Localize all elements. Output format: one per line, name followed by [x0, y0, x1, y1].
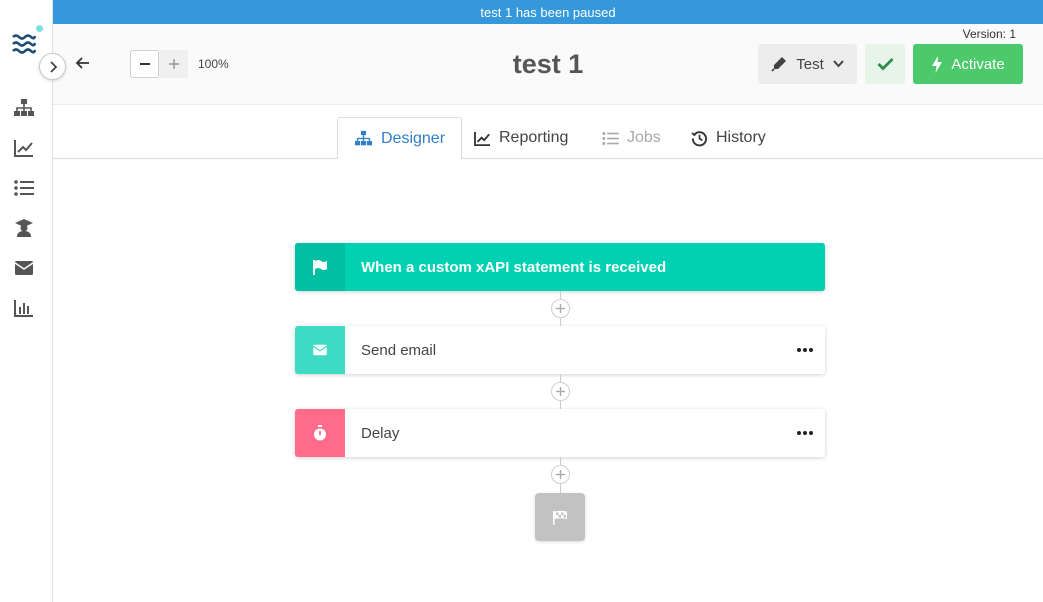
banner-text: test 1 has been paused [480, 4, 616, 20]
expand-sidebar-button[interactable] [39, 53, 66, 80]
chevron-right-icon [49, 60, 57, 73]
checkmark-icon [877, 58, 893, 71]
tab-jobs[interactable]: Jobs [602, 117, 661, 159]
version-label: Version: 1 [962, 27, 1016, 41]
send-email-icon-box [295, 326, 345, 374]
lightning-icon [932, 55, 943, 73]
activate-button-label: Activate [951, 55, 1005, 73]
more-horizontal-icon [797, 431, 813, 435]
mail-icon [312, 344, 328, 356]
tab-reporting[interactable]: Reporting [474, 117, 568, 159]
mail-icon[interactable] [13, 257, 35, 279]
list-icon[interactable] [13, 177, 35, 199]
send-email-label: Send email [361, 341, 437, 359]
zoom-out-button[interactable] [130, 50, 159, 78]
history-icon [691, 130, 708, 146]
zoom-level: 100% [198, 57, 229, 71]
designer-canvas: When a custom xAPI statement is received… [53, 159, 1043, 602]
tab-jobs-label: Jobs [627, 129, 661, 146]
back-arrow-icon[interactable] [75, 55, 91, 71]
sitemap-icon [355, 130, 372, 146]
line-chart-icon [474, 131, 490, 146]
learner-icon[interactable] [13, 217, 35, 239]
delay-menu-button[interactable] [785, 431, 825, 435]
plus-icon [556, 387, 565, 396]
zoom-in-button[interactable] [159, 50, 188, 78]
add-step-button[interactable] [551, 465, 570, 484]
send-email-menu-button[interactable] [785, 348, 825, 352]
plus-icon [556, 304, 565, 313]
stopwatch-icon [314, 425, 326, 441]
sidebar [0, 0, 53, 602]
trigger-label: When a custom xAPI statement is received [361, 258, 667, 276]
paused-banner: test 1 has been paused [53, 0, 1043, 24]
bar-chart-icon[interactable] [13, 297, 35, 319]
send-email-node[interactable]: Send email [295, 326, 825, 374]
topbar: 100% test 1 Version: 1 Test Activate [53, 24, 1043, 105]
list-icon [602, 131, 619, 145]
more-horizontal-icon [797, 348, 813, 352]
tab-history[interactable]: History [691, 117, 766, 159]
logo-icon[interactable] [12, 32, 36, 56]
analytics-icon[interactable] [13, 137, 35, 159]
plus-icon [168, 59, 179, 69]
tab-designer-label: Designer [381, 129, 446, 147]
tab-designer[interactable]: Designer [337, 117, 463, 160]
test-button-label: Test [796, 55, 824, 73]
delay-label: Delay [361, 424, 400, 442]
trigger-icon-box [295, 243, 345, 291]
minus-icon [139, 63, 150, 65]
pipette-icon [771, 57, 787, 72]
tab-reporting-label: Reporting [499, 129, 569, 146]
add-step-button[interactable] [551, 299, 570, 318]
finish-flag-icon [553, 510, 567, 525]
test-button[interactable]: Test [758, 44, 857, 84]
tab-bar: Designer Reporting Jobs History [53, 117, 1043, 160]
plus-icon [556, 470, 565, 479]
trigger-node[interactable]: When a custom xAPI statement is received [295, 243, 825, 291]
status-dot [36, 25, 43, 32]
delay-node[interactable]: Delay [295, 409, 825, 457]
validate-button[interactable] [865, 44, 905, 84]
flag-icon [313, 260, 327, 275]
tab-history-label: History [716, 129, 766, 146]
delay-icon-box [295, 409, 345, 457]
flow-icon[interactable] [13, 97, 35, 119]
chevron-down-icon [833, 60, 844, 68]
add-step-button[interactable] [551, 382, 570, 401]
end-node [535, 493, 585, 541]
activate-button[interactable]: Activate [913, 44, 1023, 84]
